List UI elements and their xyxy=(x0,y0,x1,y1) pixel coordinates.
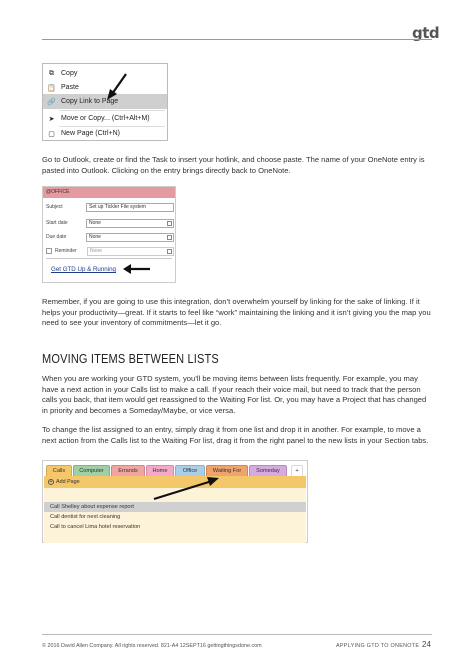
paragraph-outlook-paste: Go to Outlook, create or find the Task t… xyxy=(42,155,425,175)
onenote-hotlink[interactable]: Get GTD Up & Running xyxy=(51,266,116,273)
pointer-arrow-icon xyxy=(107,73,127,100)
calendar-icon[interactable] xyxy=(167,248,172,254)
paste-icon: 📋 xyxy=(47,84,56,92)
copy-icon: ⧉ xyxy=(49,69,54,77)
reminder-value: None xyxy=(90,247,102,254)
tab-someday[interactable]: Someday xyxy=(249,465,287,476)
new-page-icon: ▢ xyxy=(48,130,55,138)
reminder-label: Reminder xyxy=(55,248,77,254)
link-icon: 🔗 xyxy=(47,98,56,106)
page-number: 24 xyxy=(422,640,431,649)
menu-item-shortcut: (Ctrl+Alt+M) xyxy=(111,115,150,122)
start-date-field[interactable]: None xyxy=(86,218,174,228)
add-page-icon: + xyxy=(48,479,54,485)
due-date-field[interactable]: None xyxy=(86,232,174,242)
drag-arrow-icon xyxy=(153,477,219,501)
start-date-label: Start date xyxy=(46,220,68,226)
footer-copyright: © 2016 David Allen Company. All rights r… xyxy=(42,643,262,649)
start-date-row: Start date None xyxy=(46,218,174,228)
tab-computer[interactable]: Computer xyxy=(73,465,110,476)
add-page-label: Add Page xyxy=(56,479,80,485)
tab-waiting-for[interactable]: Waiting For xyxy=(206,465,248,476)
menu-item-label: Copy xyxy=(61,70,78,77)
due-date-value: None xyxy=(89,233,101,240)
calendar-icon[interactable] xyxy=(167,220,172,226)
due-date-row: Due date None xyxy=(46,232,174,242)
footer-rule xyxy=(42,634,432,635)
paragraph-drag-drop: To change the list assigned to an entry,… xyxy=(42,425,429,445)
subject-row: Subject Set up Tickler File system xyxy=(46,202,174,212)
subject-label: Subject xyxy=(46,204,63,210)
page-item[interactable]: Call to cancel Lima hotel reservation xyxy=(44,522,306,532)
menu-item-label: Paste xyxy=(61,84,79,91)
menu-item-shortcut: (Ctrl+N) xyxy=(95,130,120,137)
tab-office[interactable]: Office xyxy=(175,465,205,476)
add-section-tab[interactable]: + xyxy=(291,465,303,476)
section-heading: MOVING ITEMS BETWEEN LISTS xyxy=(42,352,219,366)
page-item[interactable]: Call dentist for next cleaning xyxy=(44,512,306,522)
pointer-arrow-icon xyxy=(123,264,150,274)
reminder-row: Reminder None xyxy=(46,246,174,256)
menu-item-label: Move or Copy... xyxy=(61,115,110,122)
outlook-task-form: @OFFICE Subject Set up Tickler File syst… xyxy=(42,186,176,283)
tab-calls[interactable]: Calls xyxy=(46,465,72,476)
move-icon: ➤ xyxy=(48,115,55,123)
calendar-icon[interactable] xyxy=(167,234,172,240)
reminder-checkbox[interactable] xyxy=(46,248,52,254)
due-date-label: Due date xyxy=(46,234,67,240)
footer-title: APPLYING GTD TO ONENOTE xyxy=(336,643,420,649)
menu-item-move-copy[interactable]: ➤ Move or Copy... (Ctrl+Alt+M) xyxy=(43,111,167,126)
start-date-value: None xyxy=(89,219,101,226)
form-divider xyxy=(46,258,172,259)
paragraph-integration-advice: Remember, if you are going to use this i… xyxy=(42,297,431,327)
subject-field[interactable]: Set up Tickler File system xyxy=(86,202,174,212)
menu-item-label: New Page xyxy=(61,130,94,137)
category-bar: @OFFICE xyxy=(43,187,175,198)
page-item[interactable]: Call Shelley about expense report xyxy=(44,502,306,512)
reminder-field[interactable]: None xyxy=(87,246,174,256)
paragraph-moving-items: When you are working your GTD system, yo… xyxy=(42,374,427,415)
tab-home[interactable]: Home xyxy=(146,465,174,476)
menu-item-new-page[interactable]: ▢ New Page (Ctrl+N) xyxy=(43,126,167,141)
header-rule xyxy=(42,39,432,40)
tab-errands[interactable]: Errands xyxy=(111,465,145,476)
